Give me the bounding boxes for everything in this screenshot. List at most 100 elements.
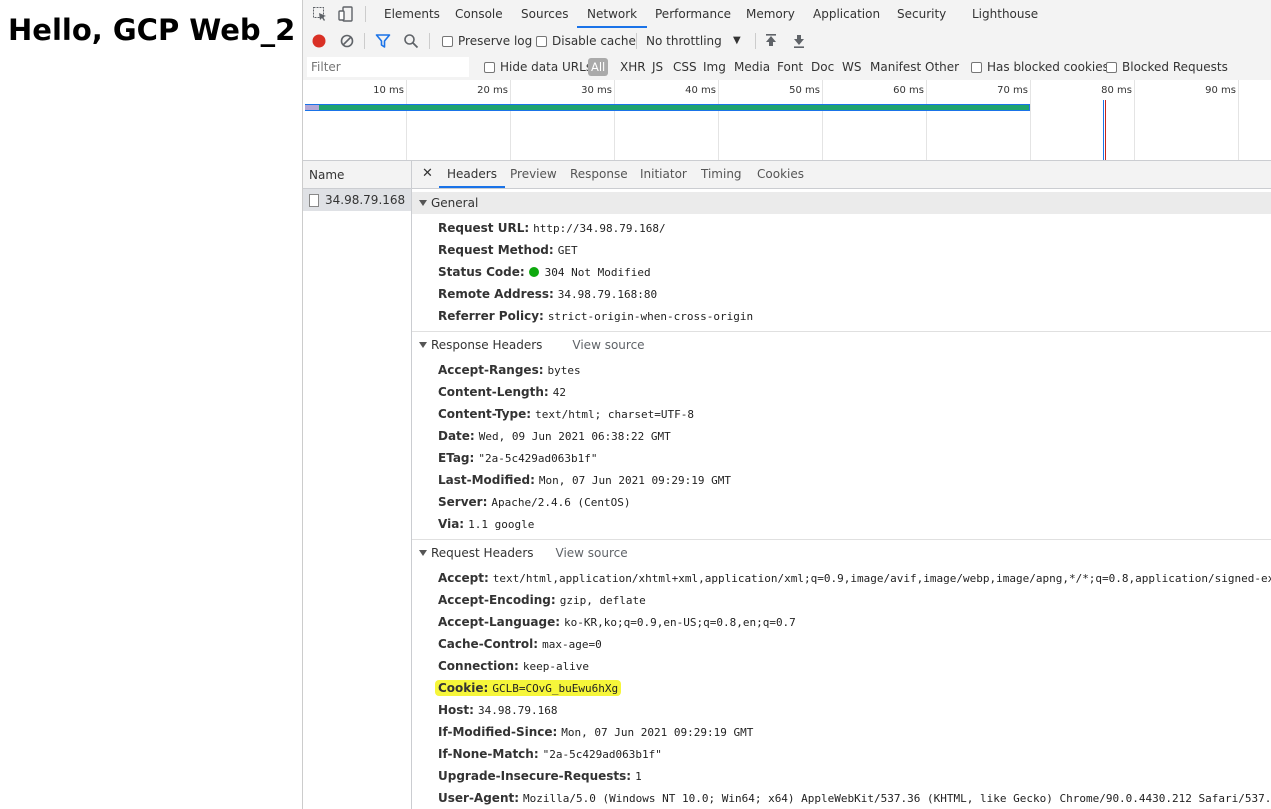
- tick-label: 20 ms: [477, 85, 508, 96]
- tab-memory[interactable]: Memory: [746, 0, 795, 28]
- header-row: Accept-Ranges: bytes: [438, 359, 581, 381]
- triangle-down-icon: [419, 200, 427, 206]
- header-key: User-Agent:: [438, 791, 520, 805]
- view-source-link[interactable]: View source: [556, 546, 628, 560]
- tick-label: 30 ms: [581, 85, 612, 96]
- tab-application[interactable]: Application: [813, 0, 880, 28]
- import-har-icon[interactable]: [763, 33, 779, 49]
- toolbar-divider: [636, 33, 637, 49]
- checkbox-box[interactable]: [442, 36, 453, 47]
- header-value: "2a-5c429ad063b1f": [478, 452, 598, 465]
- tab-cookies[interactable]: Cookies: [757, 161, 804, 188]
- tab-console[interactable]: Console: [455, 0, 503, 28]
- filter-js[interactable]: JS: [652, 54, 663, 80]
- checkbox-box[interactable]: [971, 62, 982, 73]
- header-value: keep-alive: [522, 660, 590, 673]
- inspect-element-icon[interactable]: [312, 6, 328, 22]
- header-key: Content-Type:: [438, 407, 532, 421]
- request-headers-section-header[interactable]: Request Headers View source: [412, 542, 1271, 564]
- toolbar-divider: [364, 33, 365, 49]
- header-key: Content-Length:: [438, 385, 549, 399]
- tick-label: 80 ms: [1101, 85, 1132, 96]
- view-source-link[interactable]: View source: [572, 338, 644, 352]
- header-key: Accept-Ranges:: [438, 363, 544, 377]
- header-row: Server: Apache/2.4.6 (CentOS): [438, 491, 630, 513]
- filter-all-button[interactable]: All: [588, 58, 609, 76]
- header-row: Status Code: 304 Not Modified: [438, 261, 651, 283]
- general-section-header[interactable]: General: [412, 192, 1271, 214]
- filter-css[interactable]: CSS: [673, 54, 697, 80]
- preserve-log-checkbox[interactable]: Preserve log: [442, 28, 532, 54]
- tab-timing[interactable]: Timing: [701, 161, 742, 188]
- tab-headers[interactable]: Headers: [439, 161, 505, 188]
- header-key: Cookie:: [438, 681, 489, 695]
- has-blocked-cookies-checkbox[interactable]: Has blocked cookies: [971, 54, 1109, 80]
- load-event-marker: [1105, 100, 1106, 160]
- tab-sources[interactable]: Sources: [521, 0, 568, 28]
- filter-xhr[interactable]: XHR: [620, 54, 646, 80]
- header-value: 42: [552, 386, 566, 399]
- preserve-log-label: Preserve log: [458, 34, 533, 48]
- header-row: Request Method: GET: [438, 239, 578, 261]
- blocked-requests-checkbox[interactable]: Blocked Requests: [1106, 54, 1228, 80]
- grid-line: [1134, 80, 1135, 160]
- filter-ws[interactable]: WS: [842, 54, 861, 80]
- tab-lighthouse[interactable]: Lighthouse: [972, 0, 1038, 28]
- header-key: Request Method:: [438, 243, 554, 257]
- throttling-select[interactable]: No throttling: [646, 28, 722, 54]
- tab-preview[interactable]: Preview: [510, 161, 557, 188]
- waterfall-bar: [305, 104, 1030, 111]
- tick-label: 50 ms: [789, 85, 820, 96]
- search-icon[interactable]: [403, 33, 419, 49]
- filter-other[interactable]: Other: [925, 54, 959, 80]
- request-details-panel: ✕ Headers Preview Response Initiator Tim…: [412, 161, 1271, 809]
- filter-icon[interactable]: [375, 33, 391, 49]
- tick-label: 70 ms: [997, 85, 1028, 96]
- checkbox-box[interactable]: [484, 62, 495, 73]
- waterfall-stall-segment: [305, 105, 319, 110]
- section-title: Response Headers: [431, 338, 543, 352]
- tab-elements[interactable]: Elements: [384, 0, 440, 28]
- checkbox-box[interactable]: [1106, 62, 1117, 73]
- header-row: Date: Wed, 09 Jun 2021 06:38:22 GMT: [438, 425, 671, 447]
- disable-cache-checkbox[interactable]: Disable cache: [536, 28, 636, 54]
- filter-media[interactable]: Media: [734, 54, 770, 80]
- toolbar-divider: [365, 6, 366, 22]
- header-key: Date:: [438, 429, 475, 443]
- header-value: Wed, 09 Jun 2021 06:38:22 GMT: [478, 430, 671, 443]
- toolbar-divider: [429, 33, 430, 49]
- header-row: Accept-Encoding: gzip, deflate: [438, 589, 646, 611]
- filter-input[interactable]: [307, 57, 469, 77]
- clear-icon[interactable]: [339, 33, 355, 49]
- filter-img[interactable]: Img: [703, 54, 726, 80]
- name-column-header[interactable]: Name: [303, 161, 411, 189]
- response-headers-section-header[interactable]: Response Headers View source: [412, 334, 1271, 356]
- filter-font[interactable]: Font: [777, 54, 803, 80]
- network-overview-timeline[interactable]: 10 ms 20 ms 30 ms 40 ms 50 ms 60 ms 70 m…: [303, 80, 1271, 161]
- chevron-down-icon[interactable]: ▼: [733, 28, 741, 54]
- record-icon[interactable]: [311, 33, 327, 49]
- header-key: Cache-Control:: [438, 637, 539, 651]
- tick-label: 40 ms: [685, 85, 716, 96]
- hide-data-urls-checkbox[interactable]: Hide data URLs: [484, 54, 592, 80]
- device-toolbar-icon[interactable]: [338, 6, 354, 22]
- toolbar-divider: [755, 33, 756, 49]
- tab-network[interactable]: Network: [577, 0, 648, 28]
- header-value: text/html; charset=UTF-8: [535, 408, 695, 421]
- close-icon[interactable]: ✕: [422, 161, 433, 187]
- header-row: Referrer Policy: strict-origin-when-cross…: [438, 305, 753, 327]
- tab-security[interactable]: Security: [897, 0, 946, 28]
- devtools-tab-bar: Elements Console Sources Network Perform…: [303, 0, 1271, 29]
- tab-performance[interactable]: Performance: [655, 0, 731, 28]
- header-row: Upgrade-Insecure-Requests: 1: [438, 765, 642, 787]
- filter-doc[interactable]: Doc: [811, 54, 834, 80]
- tab-response[interactable]: Response: [570, 161, 628, 188]
- header-value: ko-KR,ko;q=0.9,en-US;q=0.8,en;q=0.7: [564, 616, 796, 629]
- request-row[interactable]: 34.98.79.168: [303, 189, 411, 211]
- tab-initiator[interactable]: Initiator: [640, 161, 687, 188]
- filter-manifest[interactable]: Manifest: [870, 54, 921, 80]
- checkbox-box[interactable]: [536, 36, 547, 47]
- header-row: Request URL: http://34.98.79.168/: [438, 217, 666, 239]
- header-key: Status Code:: [438, 265, 525, 279]
- export-har-icon[interactable]: [791, 33, 807, 49]
